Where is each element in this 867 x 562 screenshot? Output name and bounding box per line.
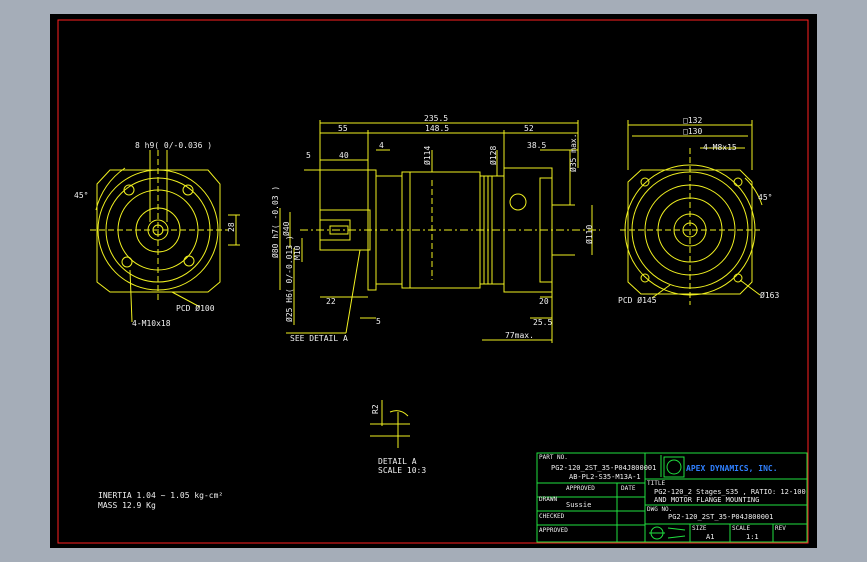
inertia-note: INERTIA 1.04 ~ 1.05 kg-cm² xyxy=(98,491,223,500)
dim-385: 38.5 xyxy=(527,141,546,150)
dim-sq132: □132 xyxy=(683,116,702,125)
dim-pcd100: PCD Ø100 xyxy=(176,303,215,313)
company-name: APEX DYNAMICS, INC. xyxy=(686,464,778,473)
dim-pcd145: PCD Ø145 xyxy=(618,295,657,305)
dim-5: 5 xyxy=(306,151,311,160)
dim-1485: 148.5 xyxy=(425,124,449,133)
dim-dia35: Ø35 max. xyxy=(568,133,578,172)
dim-holes-left: 4-M10x18 xyxy=(132,319,171,328)
dim-55: 55 xyxy=(338,124,348,133)
dim-holes-right: 4-M8x15 xyxy=(703,143,737,152)
title-line-2: AND MOTOR FLANGE MOUNTING xyxy=(654,496,759,504)
dim-40: 40 xyxy=(339,151,349,160)
part-no-2: AB-PL2-S35-M13A-1 xyxy=(569,473,641,481)
dim-dia110: Ø110 xyxy=(584,225,594,244)
detail-scale: SCALE 10:3 xyxy=(378,466,426,475)
dim-dia114: Ø114 xyxy=(422,146,432,165)
part-no-1: PG2-120_2ST_35-P04J800001 xyxy=(551,464,656,472)
dim-sq130: □130 xyxy=(683,127,702,136)
scale-value: 1:1 xyxy=(746,533,759,541)
see-detail-label: SEE DETAIL A xyxy=(290,334,348,343)
detail-radius: R2 xyxy=(371,404,380,414)
dim-dia40: Ø40 xyxy=(281,221,291,236)
dim-dia80: Ø80 h7( -0.03 ) xyxy=(270,186,280,258)
dim-77max: 77max. xyxy=(505,331,534,340)
dim-dia25: Ø25 H6( 0/-0.013 ) xyxy=(284,235,294,322)
approved2-label: APPROVED xyxy=(539,527,568,534)
dim-angle-right: 45° xyxy=(758,193,772,202)
rev-label: REV xyxy=(775,525,786,532)
dim-4: 4 xyxy=(379,141,384,150)
drawn-value: Sussie xyxy=(566,501,591,509)
dim-20: 20 xyxy=(539,297,549,306)
dim-22: 22 xyxy=(326,297,336,306)
size-label: SIZE xyxy=(692,525,707,532)
dim-28: 28 xyxy=(227,222,236,232)
cad-drawing-canvas: 235.5 55 148.5 52 38.5 4 40 5 22 20 25.5… xyxy=(0,0,867,562)
part-no-label: PART NO. xyxy=(539,454,568,461)
drawn-label: DRAWN xyxy=(539,496,557,503)
dim-52: 52 xyxy=(524,124,534,133)
scale-label: SCALE xyxy=(732,525,750,532)
dwg-label: DWG NO. xyxy=(647,506,672,513)
dim-overall-length: 235.5 xyxy=(424,114,448,123)
detail-label: DETAIL A xyxy=(378,457,417,466)
date-label: DATE xyxy=(621,485,636,492)
mass-note: MASS 12.9 Kg xyxy=(98,501,156,510)
dim-255: 25.5 xyxy=(533,318,552,327)
title-label: TITLE xyxy=(647,480,665,487)
dim-m10: M10 xyxy=(293,245,302,260)
dim-dia128: Ø128 xyxy=(488,146,498,165)
size-value: A1 xyxy=(706,533,714,541)
dim-key-width: 8 h9( 0/-0.036 ) xyxy=(135,141,212,150)
checked-label: CHECKED xyxy=(539,513,565,520)
dim-angle-left: 45° xyxy=(74,191,88,200)
title-line-1: PG2-120_2 Stages_S35 , RATIO: 12-100 xyxy=(654,488,806,496)
dim-dia163: Ø163 xyxy=(760,290,779,300)
dwg-value: PG2-120_2ST_35-P04J800001 xyxy=(668,513,773,521)
approved-label: APPROVED xyxy=(566,485,595,492)
dim-5b: 5 xyxy=(376,317,381,326)
